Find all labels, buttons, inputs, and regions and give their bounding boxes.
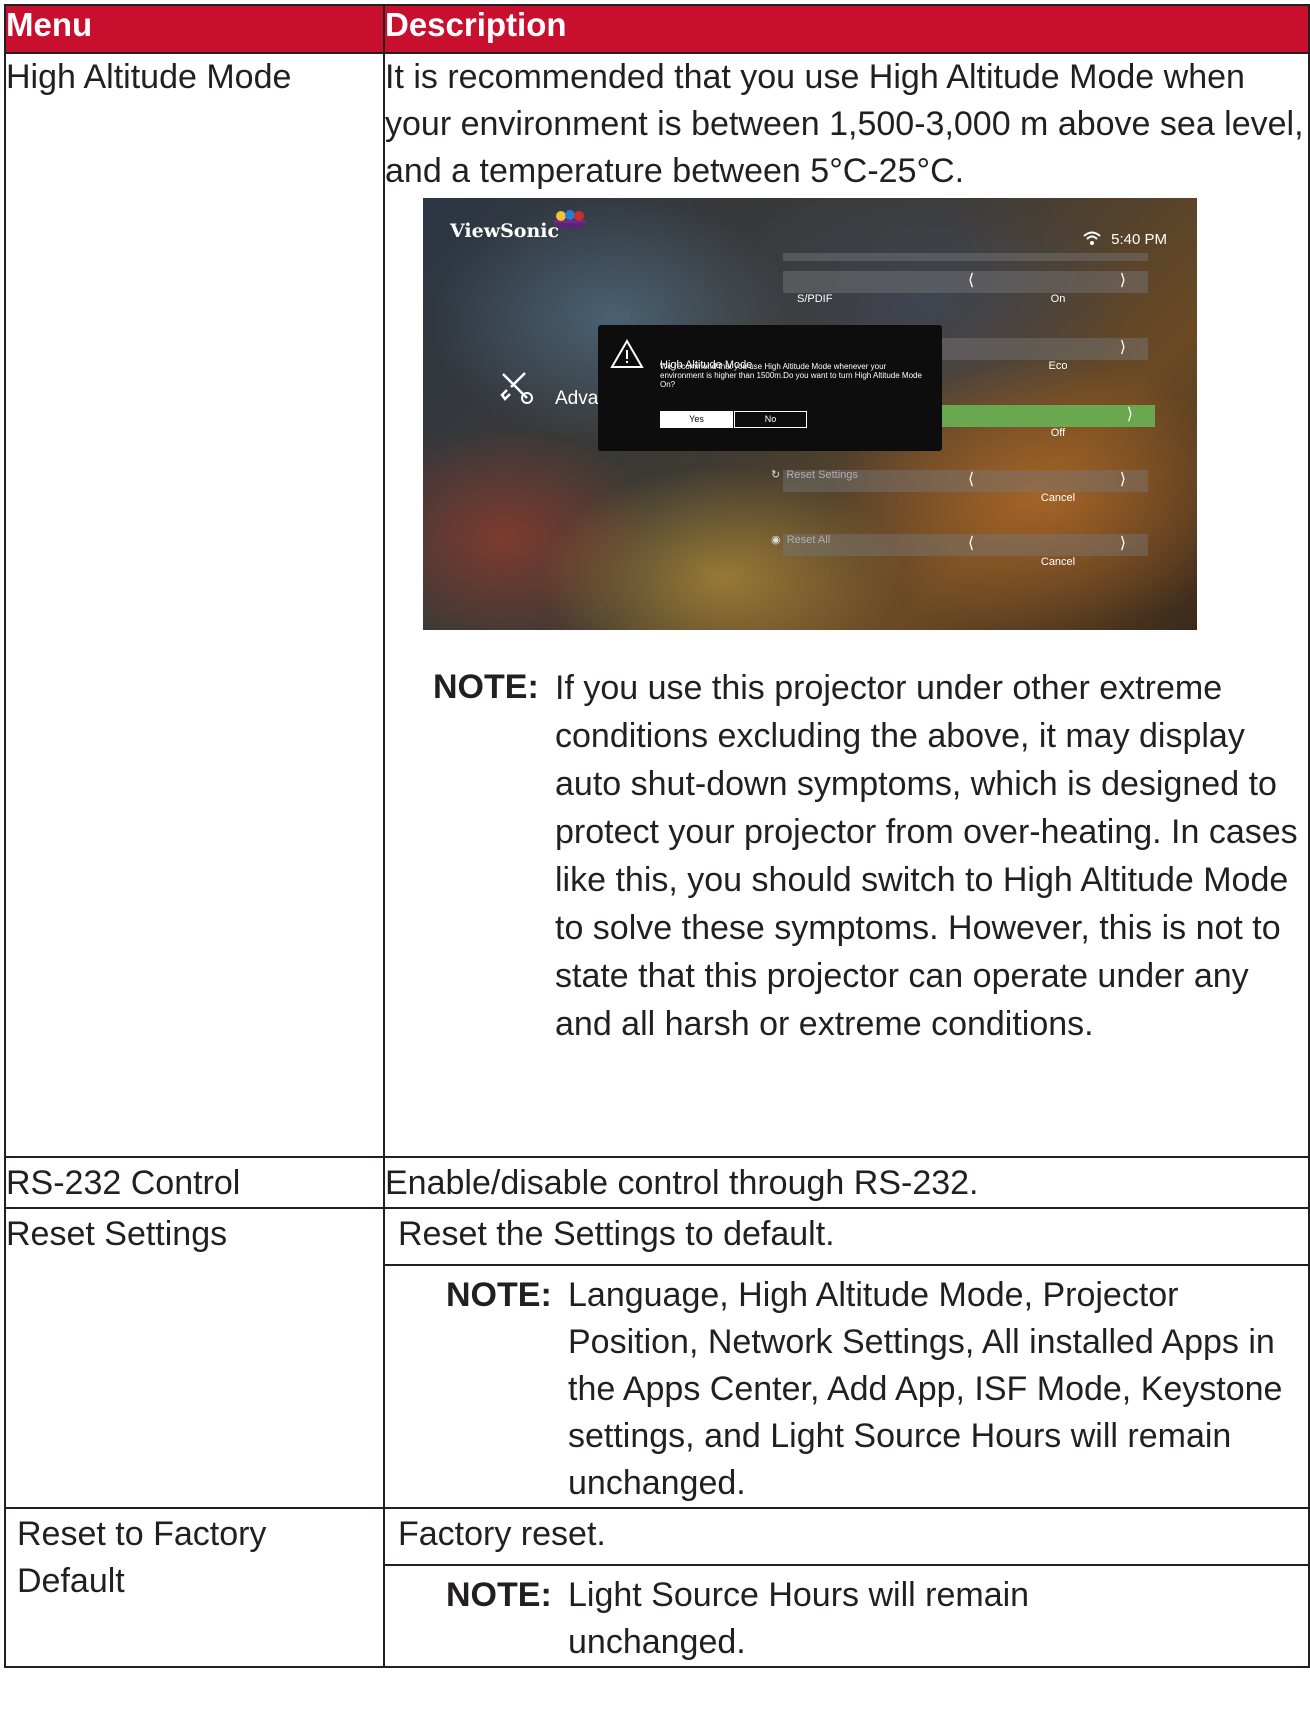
note-label: NOTE: xyxy=(446,1276,552,1314)
note-text: Language, High Altitude Mode, Projector … xyxy=(568,1276,1283,1502)
description-cell: Reset the Settings to default. NOTE: Lan… xyxy=(383,1207,1310,1509)
description-text: It is recommended that you use High Alti… xyxy=(385,58,1304,190)
chevron-right-icon[interactable]: ⟩ xyxy=(1120,272,1126,290)
table-row: Reset Settings Reset the Settings to def… xyxy=(4,1207,1310,1509)
table-header-row: Menu Description xyxy=(4,4,1310,54)
note: NOTE: If you use this projector under ot… xyxy=(433,664,1308,1048)
table-row: RS-232 Control Enable/disable control th… xyxy=(4,1156,1310,1209)
warning-icon xyxy=(610,339,644,368)
chevron-right-icon[interactable]: ⟩ xyxy=(1120,339,1126,357)
setting-value: Cancel xyxy=(1040,492,1076,504)
dialog-message: We recommend that you use High Altitude … xyxy=(660,362,922,389)
description-cell: Factory reset. NOTE: Light Source Hours … xyxy=(383,1507,1310,1668)
description-text: Enable/disable control through RS-232. xyxy=(383,1156,1310,1209)
tools-icon xyxy=(500,372,533,404)
chevron-left-icon[interactable]: ⟨ xyxy=(968,471,974,489)
header-description: Description xyxy=(383,4,1310,54)
setting-row-reset-settings[interactable]: ⟨ Cancel ⟩ xyxy=(783,470,1148,504)
setting-value: Cancel xyxy=(1040,556,1076,568)
description-text: Factory reset. xyxy=(385,1511,1308,1566)
chevron-right-icon[interactable]: ⟩ xyxy=(1127,406,1133,424)
note-text: If you use this projector under other ex… xyxy=(555,669,1298,1043)
viewsonic-logo: ViewSonic xyxy=(450,220,560,242)
note: NOTE: Light Source Hours will remain unc… xyxy=(446,1572,1308,1666)
settings-screenshot: ViewSonic 5:40 PM S/PDIF ⟨ On ⟩ Eco ⟩ Of… xyxy=(423,198,1197,630)
description-cell: It is recommended that you use High Alti… xyxy=(383,52,1310,1158)
setting-row-reset-all[interactable]: ⟨ Cancel ⟩ xyxy=(783,534,1148,568)
setting-name: S/PDIF xyxy=(797,293,833,305)
menu-name: RS-232 Control xyxy=(4,1156,385,1209)
menu-table: Menu Description High Altitude Mode It i… xyxy=(4,4,1310,1668)
table-row: High Altitude Mode It is recommended tha… xyxy=(4,52,1310,1158)
chevron-left-icon[interactable]: ⟨ xyxy=(968,535,974,553)
menu-name: Reset Settings xyxy=(4,1207,385,1509)
yes-button[interactable]: Yes xyxy=(660,411,733,428)
note-label: NOTE: xyxy=(446,1576,552,1614)
chevron-right-icon[interactable]: ⟩ xyxy=(1120,535,1126,553)
setting-value: Off xyxy=(1050,427,1066,439)
setting-row-spdif[interactable]: S/PDIF ⟨ On ⟩ xyxy=(783,271,1148,305)
note-text: Light Source Hours will remain unchanged… xyxy=(568,1576,1030,1661)
chevron-left-icon[interactable]: ⟨ xyxy=(968,272,974,290)
chevron-right-icon[interactable]: ⟩ xyxy=(1120,471,1126,489)
reset-icon: ↻ xyxy=(771,469,781,481)
menu-name: High Altitude Mode xyxy=(4,52,385,1158)
clock: 5:40 PM xyxy=(1111,231,1167,248)
high-altitude-dialog: High Altitude Mode We recommend that you… xyxy=(598,325,942,451)
description-text: Reset the Settings to default. xyxy=(385,1211,1308,1266)
setting-value: Eco xyxy=(1048,360,1068,372)
menu-name: Reset to Factory Default xyxy=(4,1507,385,1668)
note: NOTE: Language, High Altitude Mode, Proj… xyxy=(446,1272,1308,1507)
setting-value: On xyxy=(1050,293,1066,305)
header-menu: Menu xyxy=(4,4,385,54)
table-row: Reset to Factory Default Factory reset. … xyxy=(4,1507,1310,1668)
reset-all-icon: ◉ xyxy=(771,534,781,546)
setting-row-hidden-top[interactable] xyxy=(783,253,1148,261)
no-button[interactable]: No xyxy=(734,411,807,428)
wifi-icon xyxy=(1083,231,1101,245)
note-label: NOTE: xyxy=(433,668,539,706)
birds-logo-icon xyxy=(554,210,586,228)
